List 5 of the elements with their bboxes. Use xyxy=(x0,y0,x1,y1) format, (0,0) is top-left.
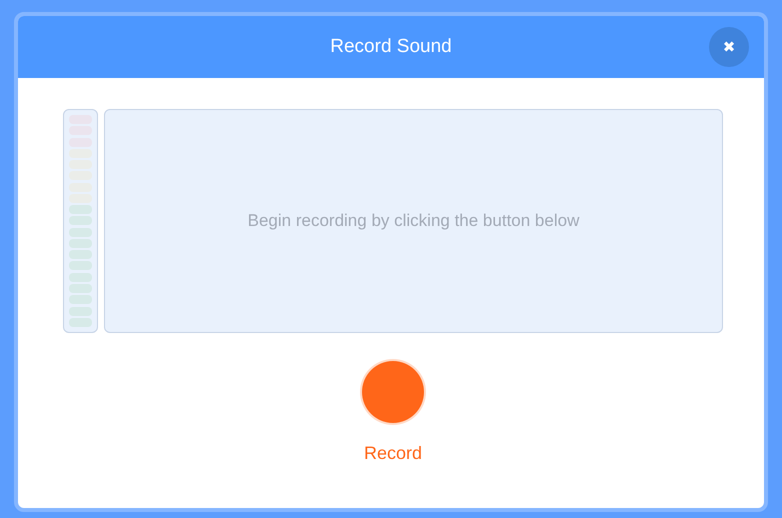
waveform-hint: Begin recording by clicking the button below xyxy=(248,211,580,231)
record-label[interactable]: Record xyxy=(364,443,422,464)
record-button[interactable] xyxy=(362,361,424,423)
close-button[interactable]: ✖ xyxy=(709,27,749,67)
window-title: Record Sound xyxy=(330,36,452,58)
